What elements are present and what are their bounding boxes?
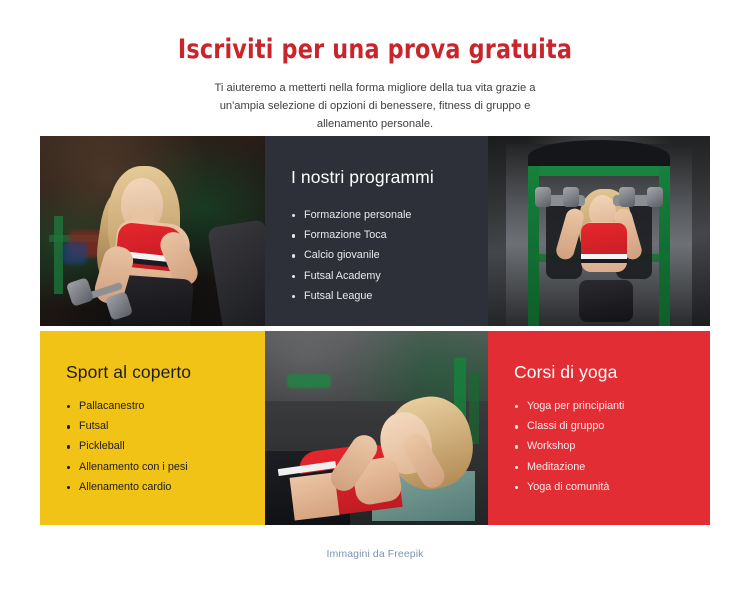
list-item: Futsal xyxy=(66,419,239,435)
yoga-panel: Corsi di yoga Yoga per principianti Clas… xyxy=(488,331,710,525)
programs-list: Formazione personale Formazione Toca Cal… xyxy=(291,208,462,309)
list-item: Yoga di comunità xyxy=(514,480,684,496)
freepik-credit-link[interactable]: Immagini da Freepik xyxy=(326,548,423,560)
list-item: Allenamento cardio xyxy=(66,480,239,496)
list-item: Futsal Academy xyxy=(291,269,462,285)
indoor-sports-panel: Sport al coperto Pallacanestro Futsal Pi… xyxy=(40,331,265,525)
list-item: Meditazione xyxy=(514,460,684,476)
photo-woman-overhead-press xyxy=(488,136,710,326)
programs-panel-title: I nostri programmi xyxy=(291,167,434,187)
photo-detail xyxy=(534,187,551,208)
photo-detail xyxy=(53,215,63,294)
indoor-sports-panel-title: Sport al coperto xyxy=(66,362,192,382)
list-item: Futsal League xyxy=(291,289,462,305)
page-footer: Immagini da Freepik xyxy=(0,544,750,562)
photo-detail xyxy=(647,187,664,208)
list-item: Allenamento con i pesi xyxy=(66,460,239,476)
landing-page: Iscriviti per una prova gratuita Ti aiut… xyxy=(0,0,750,596)
programs-panel: I nostri programmi Formazione personale … xyxy=(265,136,488,326)
content-grid: I nostri programmi Formazione personale … xyxy=(40,136,710,525)
list-item: Workshop xyxy=(514,439,684,455)
photo-detail xyxy=(579,280,634,323)
photo-woman-crunches xyxy=(265,331,488,525)
yoga-list: Yoga per principianti Classi di gruppo W… xyxy=(514,399,684,500)
page-title: Iscriviti per una prova gratuita xyxy=(177,34,573,65)
indoor-sports-list: Pallacanestro Futsal Pickleball Allename… xyxy=(66,399,239,500)
page-subtitle: Ti aiuteremo a metterti nella forma migl… xyxy=(214,82,536,130)
photo-detail xyxy=(287,373,332,388)
photo-detail xyxy=(62,242,87,265)
photo-woman-dumbbell-curl xyxy=(40,136,265,326)
photo-detail xyxy=(618,187,635,208)
photo-detail xyxy=(581,258,628,263)
list-item: Calcio giovanile xyxy=(291,248,462,264)
page-header: Iscriviti per una prova gratuita Ti aiut… xyxy=(0,0,750,133)
list-item: Formazione Toca xyxy=(291,228,462,244)
list-item: Pallacanestro xyxy=(66,399,239,415)
list-item: Yoga per principianti xyxy=(514,399,684,415)
list-item: Pickleball xyxy=(66,439,239,455)
list-item: Classi di gruppo xyxy=(514,419,684,435)
yoga-panel-title: Corsi di yoga xyxy=(514,362,618,382)
photo-detail xyxy=(527,166,671,177)
photo-detail xyxy=(563,187,580,208)
list-item: Formazione personale xyxy=(291,208,462,224)
